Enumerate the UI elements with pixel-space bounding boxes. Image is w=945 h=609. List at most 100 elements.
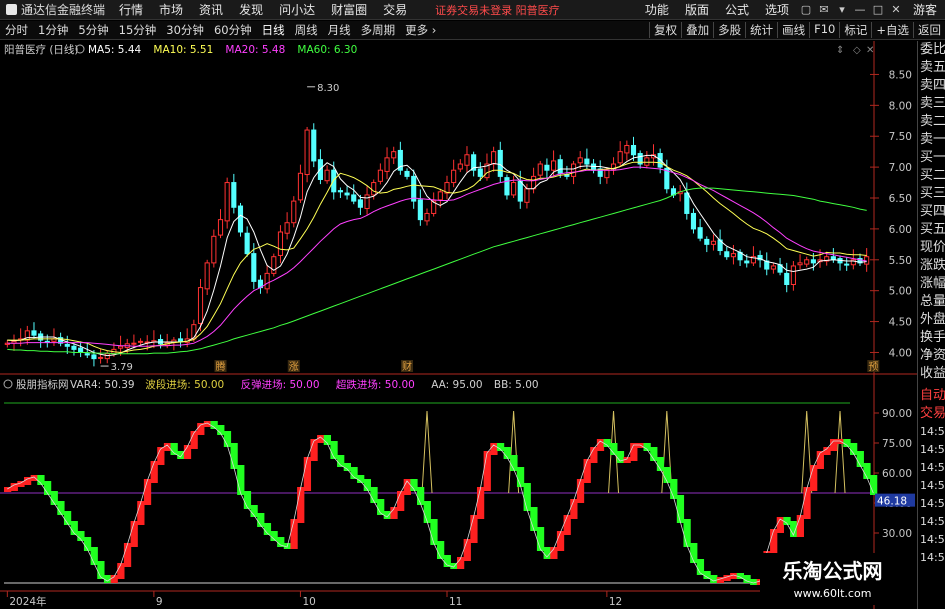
menu-item-function[interactable]: 功能 [637, 1, 677, 18]
menu-item-discover[interactable]: 发现 [231, 1, 271, 18]
period-multi[interactable]: 多周期 [356, 22, 401, 38]
panel-close-icon: ✕ [866, 45, 874, 56]
candle-body [324, 169, 330, 182]
var4-step [417, 487, 425, 505]
email-icon[interactable]: ✉ [817, 3, 831, 17]
tool-f10[interactable]: F10 [809, 22, 839, 38]
period-daily[interactable]: 日线 [257, 22, 290, 38]
event-marker: 腾 [216, 360, 226, 373]
sidebar-field-11: 现价 [920, 240, 945, 255]
dropdown-icon[interactable]: ▾ [835, 3, 849, 17]
var4-step [157, 447, 165, 465]
time-tick-label: 10 [302, 596, 315, 608]
quote-sidebar: 委比 卖五 卖四 卖三 卖二 卖一 买一 买二 买三 买四 买五 现价 涨跌 涨幅 总量 外盘 换手 净资 收益 自… [917, 41, 945, 609]
candle-body [64, 343, 70, 347]
sidebar-field-10: 买五 [920, 222, 945, 237]
var4-step [117, 563, 125, 579]
candle-body [264, 272, 270, 290]
chart-area[interactable]: 阳普医疗 (日线) MA5: 5.44 MA10: 5.51 MA20: 5.48 MA… [0, 41, 917, 609]
tool-mark[interactable]: 标记 [839, 22, 871, 38]
var4-step [523, 483, 531, 511]
ind-legend-0: VAR4: 50.39 [70, 379, 135, 391]
candle-body [797, 262, 803, 266]
period-60min[interactable]: 60分钟 [209, 22, 257, 38]
period-5min[interactable]: 5分钟 [73, 22, 113, 38]
sidebar-trade[interactable]: 交易 [918, 405, 945, 423]
menu-item-wealth[interactable]: 财富圈 [323, 1, 375, 18]
candle-body [557, 159, 563, 174]
sidebar-auto[interactable]: 自动 [918, 387, 945, 405]
price-annotation: 3.79 [111, 362, 133, 373]
var4-step [423, 501, 431, 523]
candle-body [424, 212, 430, 222]
tool-overlay[interactable]: 叠加 [681, 22, 713, 38]
tool-multi-stock[interactable]: 多股 [713, 22, 745, 38]
legend-ma20: MA20: 5.48 [225, 44, 285, 56]
var4-step [370, 487, 378, 503]
candle-body [417, 199, 423, 221]
var4-step [696, 559, 705, 575]
maximize-icon[interactable]: □ [871, 3, 885, 17]
candle-body [724, 251, 730, 258]
candle-body [251, 253, 257, 282]
main-chart-title: 阳普医疗 (日线) [4, 43, 79, 56]
var4-step [630, 443, 638, 461]
menu-item-market[interactable]: 市场 [151, 1, 191, 18]
candle-body [437, 191, 443, 201]
skin-icon[interactable]: ▢ [799, 3, 813, 17]
close-icon[interactable]: ✕ [889, 3, 903, 17]
tool-stats[interactable]: 统计 [745, 22, 777, 38]
price-tick-label: 8.50 [889, 69, 912, 81]
minimize-icon[interactable]: — [853, 3, 867, 17]
var4-step [237, 465, 245, 495]
var4-step [317, 435, 325, 443]
period-monthly[interactable]: 月线 [323, 22, 356, 38]
var4-step [576, 479, 585, 503]
var4-step [230, 443, 238, 469]
guest-label[interactable]: 游客 [905, 1, 945, 18]
candle-body [710, 240, 717, 245]
var4-step [223, 431, 232, 447]
price-annotation: 8.30 [317, 83, 339, 94]
period-15min[interactable]: 15分钟 [114, 22, 162, 38]
sidebar-field-7: 买二 [920, 168, 945, 183]
var4-step [556, 531, 565, 551]
sidebar-field-12: 涨跌 [920, 258, 945, 273]
menu-item-trade[interactable]: 交易 [375, 1, 415, 18]
period-toolbar: 分时 1分钟 5分钟 15分钟 30分钟 60分钟 日线 周线 月线 多周期 更… [0, 21, 945, 40]
candle-body [204, 262, 210, 290]
var4-step [397, 491, 405, 511]
candle-body [464, 154, 470, 166]
candle-body [118, 345, 124, 349]
tool-back[interactable]: 返回 [913, 22, 945, 38]
sidebar-field-18: 收益 [920, 366, 945, 381]
var4-step [583, 459, 591, 483]
tool-draw[interactable]: 画线 [777, 22, 809, 38]
tool-adjust[interactable]: 复权 [649, 22, 681, 38]
menu-item-quotes[interactable]: 行情 [111, 1, 151, 18]
ind-tick-label: 30.00 [882, 528, 912, 540]
trade-time-6: 14:56 [920, 533, 945, 546]
var4-step [816, 451, 824, 469]
period-weekly[interactable]: 周线 [290, 22, 323, 38]
candle-body [78, 347, 84, 353]
period-more[interactable]: 更多 › [400, 22, 441, 38]
candle-body [690, 212, 697, 230]
var4-step [137, 501, 145, 525]
menu-item-layout[interactable]: 版面 [677, 1, 717, 18]
period-tick[interactable]: 分时 [0, 22, 33, 38]
menu-item-news[interactable]: 资讯 [191, 1, 231, 18]
login-notice[interactable]: 证券交易未登录 阳普医疗 [435, 2, 560, 18]
menu-item-ask[interactable]: 问小达 [271, 1, 323, 18]
legend-ma5: MA5: 5.44 [88, 44, 141, 56]
menu-item-formula[interactable]: 公式 [717, 1, 757, 18]
app-logo[interactable]: 通达信金融终端 [0, 1, 111, 18]
tool-add-watchlist[interactable]: +自选 [871, 22, 913, 38]
candle-body [131, 342, 137, 345]
menu-item-options[interactable]: 选项 [757, 1, 797, 18]
var4-step [856, 451, 864, 467]
period-30min[interactable]: 30分钟 [161, 22, 209, 38]
period-1min[interactable]: 1分钟 [33, 22, 73, 38]
event-marker: 预 [868, 361, 878, 373]
var4-step [243, 491, 252, 509]
